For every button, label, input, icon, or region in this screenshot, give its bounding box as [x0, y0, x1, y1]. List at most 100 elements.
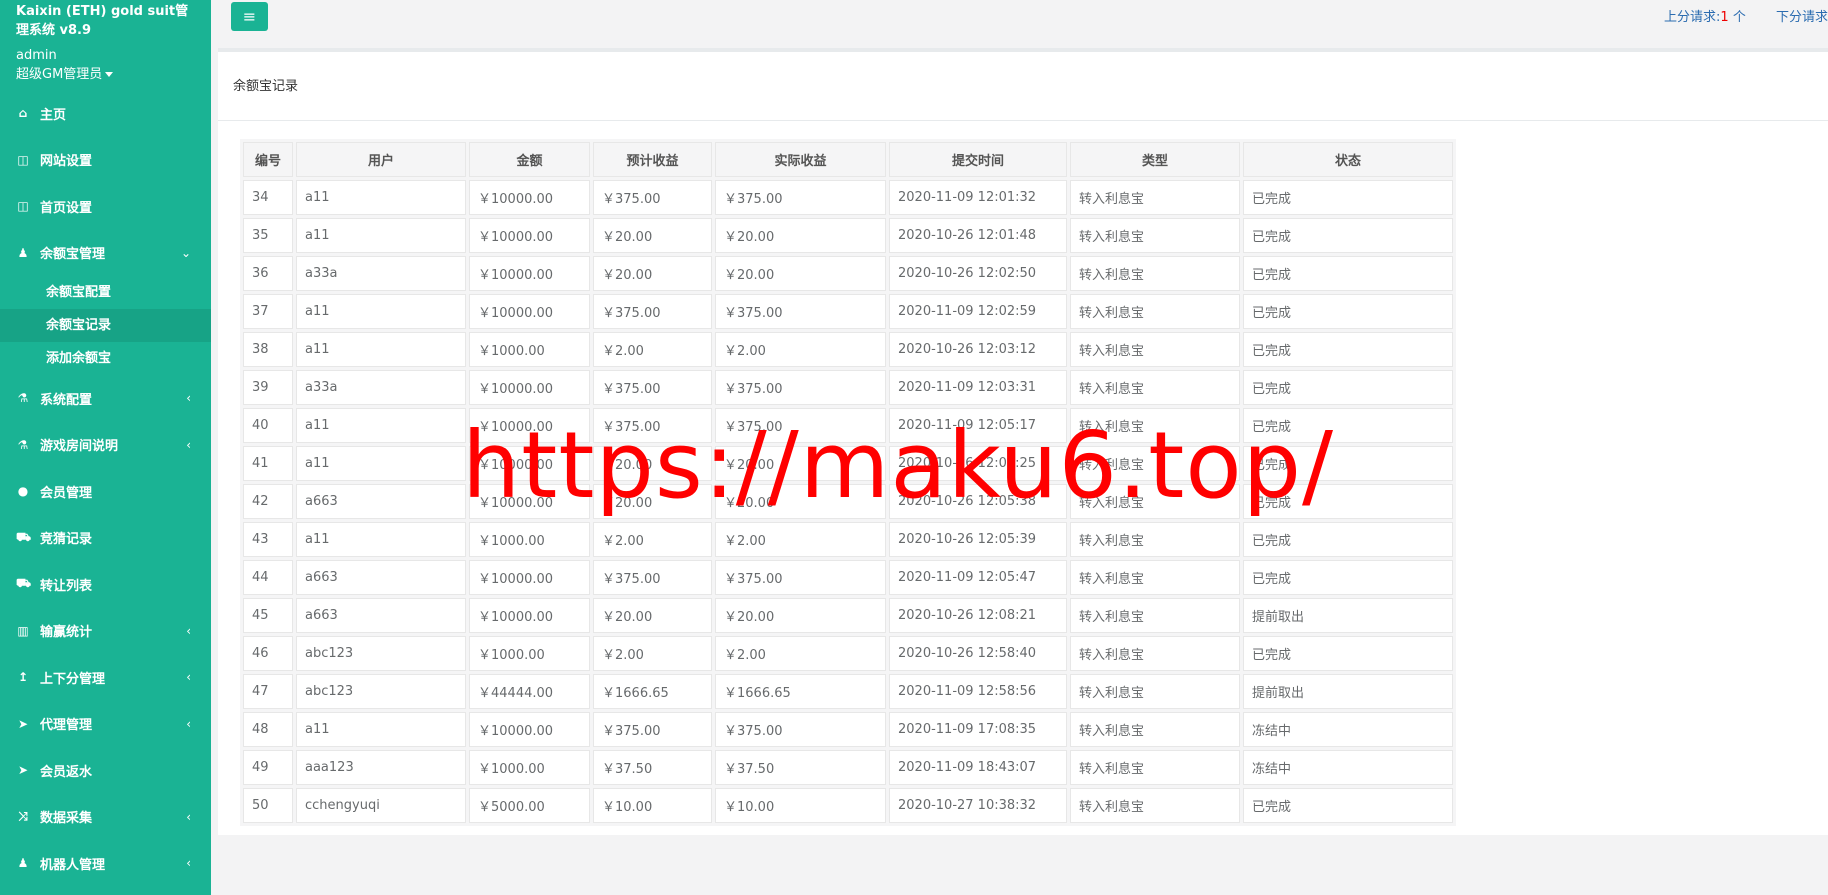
table-cell: ￥375.00 — [593, 294, 712, 329]
table-cell: ￥375.00 — [715, 560, 886, 595]
sidebar-item-label: 余额宝管理 — [40, 247, 106, 263]
sidebar-item[interactable]: ➤ 代理管理 ‹ — [0, 701, 211, 748]
table-cell: 转入利息宝 — [1070, 294, 1240, 329]
column-header: 类型 — [1070, 142, 1240, 177]
table-cell: ￥375.00 — [715, 408, 886, 443]
table-cell: a11 — [296, 408, 466, 443]
table-cell: 转入利息宝 — [1070, 674, 1240, 709]
down-request-link[interactable]: 下分请求 — [1776, 10, 1828, 25]
hamburger-icon: ≡ — [242, 7, 257, 26]
request-links: 上分请求:1 个 下分请求 — [1638, 6, 1828, 25]
submenu-item[interactable]: 余额宝记录 — [0, 309, 211, 342]
table-cell: ￥37.50 — [593, 750, 712, 785]
table-cell: ￥20.00 — [593, 256, 712, 291]
app-title: Kaixin (ETH) gold suit管理系统 v8.9 — [16, 4, 189, 38]
table-cell: ￥10000.00 — [469, 370, 590, 405]
table-cell: 42 — [243, 484, 293, 519]
table-cell: ￥2.00 — [715, 636, 886, 671]
column-header: 预计收益 — [593, 142, 712, 177]
table-cell: ￥10.00 — [593, 788, 712, 823]
table-cell: ￥10.00 — [715, 788, 886, 823]
table-cell: ￥375.00 — [593, 560, 712, 595]
table-cell: ￥20.00 — [715, 598, 886, 633]
up-request-unit: 个 — [1728, 10, 1746, 25]
table-cell: a33a — [296, 256, 466, 291]
car-icon: ⛟ — [16, 576, 32, 591]
table-cell: ￥5000.00 — [469, 788, 590, 823]
table-cell: 2020-10-26 12:02:50 — [889, 256, 1067, 291]
table-cell: 冻结中 — [1243, 750, 1453, 785]
table-cell: 2020-11-09 17:08:35 — [889, 712, 1067, 747]
chevron-left-icon: ‹ — [186, 670, 191, 685]
table-cell: 转入利息宝 — [1070, 788, 1240, 823]
page-title: 余额宝记录 — [218, 52, 1828, 121]
column-header: 实际收益 — [715, 142, 886, 177]
sidebar-item[interactable]: ⚗ 游戏房间说明 ‹ — [0, 422, 211, 469]
table-cell: 44 — [243, 560, 293, 595]
table-cell: 已完成 — [1243, 788, 1453, 823]
table-cell: ￥20.00 — [715, 218, 886, 253]
table-cell: 47 — [243, 674, 293, 709]
table-cell: ￥375.00 — [593, 712, 712, 747]
sidebar-item[interactable]: ◫ 网站设置 — [0, 137, 211, 184]
sidebar-item[interactable]: ▥ 输赢统计 ‹ — [0, 608, 211, 655]
sidebar-item[interactable]: ♟ 余额宝管理 ⌄ — [0, 230, 211, 277]
table-cell: 34 — [243, 180, 293, 215]
sidebar-item[interactable]: ♟ 机器人管理 ‹ — [0, 840, 211, 887]
table-cell: ￥1666.65 — [715, 674, 886, 709]
table-cell: a663 — [296, 598, 466, 633]
column-header: 提交时间 — [889, 142, 1067, 177]
sidebar-item[interactable]: ⤨ 数据采集 ‹ — [0, 794, 211, 841]
home-icon: ⌂ — [18, 106, 28, 121]
person-icon: ♟ — [17, 245, 29, 260]
table-cell: 已完成 — [1243, 256, 1453, 291]
table-cell: 2020-11-09 12:58:56 — [889, 674, 1067, 709]
table-cell: ￥10000.00 — [469, 712, 590, 747]
table-cell: 已完成 — [1243, 446, 1453, 481]
sidebar-menu: ⌂ 主页 ◫ 网站设置 ◫ 首页设置 ♟ 余额宝管理 ⌄ 余额宝配置 余额宝记录 添加余额宝 ⚗ 系统配置… — [0, 90, 211, 887]
table-cell: a11 — [296, 332, 466, 367]
sidebar-item-label: 数据采集 — [40, 811, 93, 827]
table-header-row: 编号 用户 金额 预计收益 实际收益 提交时间 类型 状态 — [243, 142, 1453, 177]
paper-plane-icon: ➤ — [17, 716, 29, 731]
table-cell: 2020-11-09 18:43:07 — [889, 750, 1067, 785]
table-cell: 转入利息宝 — [1070, 598, 1240, 633]
table-cell: ￥2.00 — [593, 522, 712, 557]
table-cell: a11 — [296, 712, 466, 747]
role-dropdown[interactable]: 超级GM管理员 — [0, 65, 211, 84]
table-cell: 转入利息宝 — [1070, 408, 1240, 443]
car-icon: ⛟ — [16, 529, 32, 544]
table-cell: ￥1000.00 — [469, 636, 590, 671]
table-cell: ￥2.00 — [715, 332, 886, 367]
table-row: 35 a11 ￥10000.00 ￥20.00 ￥20.00 2020-10-26 12:… — [243, 218, 1453, 253]
table-cell: a663 — [296, 484, 466, 519]
sidebar-item[interactable]: ⚗ 系统配置 ‹ — [0, 375, 211, 422]
paper-plane-icon: ➤ — [17, 763, 29, 778]
menu-toggle-button[interactable]: ≡ — [231, 2, 268, 31]
table-cell: 2020-11-09 12:03:31 — [889, 370, 1067, 405]
submenu-item[interactable]: 添加余额宝 — [0, 342, 211, 375]
table-cell: 转入利息宝 — [1070, 636, 1240, 671]
table-row: 48 a11 ￥10000.00 ￥375.00 ￥375.00 2020-11-09 1… — [243, 712, 1453, 747]
chevron-left-icon: ‹ — [186, 391, 191, 406]
table-cell: 50 — [243, 788, 293, 823]
level-up-icon: ↥ — [17, 670, 29, 685]
sidebar-item[interactable]: ↥ 上下分管理 ‹ — [0, 654, 211, 701]
table-cell: 转入利息宝 — [1070, 522, 1240, 557]
table-cell: ￥1000.00 — [469, 750, 590, 785]
table-row: 49 aaa123 ￥1000.00 ￥37.50 ￥37.50 2020-11-09 1… — [243, 750, 1453, 785]
sidebar-item[interactable]: ⛟ 竞猜记录 — [0, 515, 211, 562]
table-row: 43 a11 ￥1000.00 ￥2.00 ￥2.00 2020-10-26 12:05:… — [243, 522, 1453, 557]
sidebar-item[interactable]: ➤ 会员返水 — [0, 747, 211, 794]
sidebar-item[interactable]: ⛟ 转让列表 — [0, 561, 211, 608]
sidebar-item[interactable]: ● 会员管理 — [0, 468, 211, 515]
table-cell: 转入利息宝 — [1070, 332, 1240, 367]
table-cell: ￥10000.00 — [469, 294, 590, 329]
table-cell: 38 — [243, 332, 293, 367]
table-cell: 46 — [243, 636, 293, 671]
sidebar-item[interactable]: ◫ 首页设置 — [0, 183, 211, 230]
table-row: 37 a11 ￥10000.00 ￥375.00 ￥375.00 2020-11-09 1… — [243, 294, 1453, 329]
up-request-link[interactable]: 上分请求:1 个 — [1664, 10, 1746, 25]
sidebar-item[interactable]: ⌂ 主页 — [0, 90, 211, 137]
submenu-item[interactable]: 余额宝配置 — [0, 276, 211, 309]
